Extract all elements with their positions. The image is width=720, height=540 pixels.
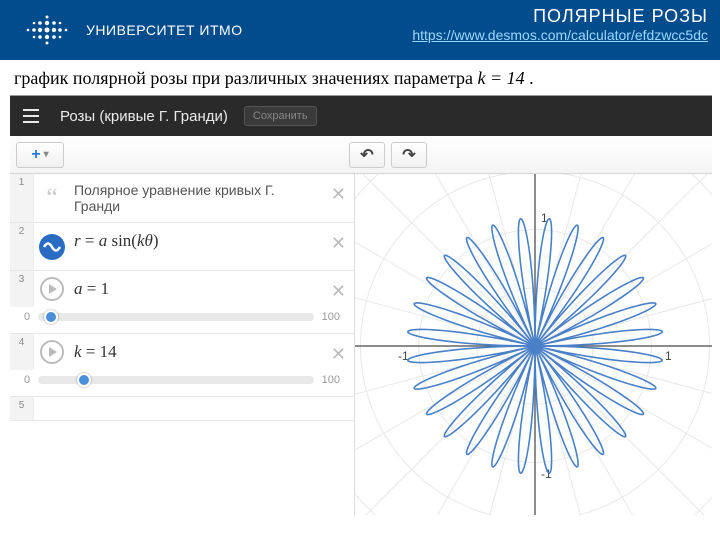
list-item[interactable]: 3 a = 1 ✕ 0 100 <box>10 271 354 334</box>
undo-button[interactable]: ↶ <box>349 142 385 168</box>
empty-row[interactable] <box>34 397 354 420</box>
equation-toggle[interactable] <box>34 223 70 270</box>
slider-thumb[interactable] <box>44 310 58 324</box>
chevron-down-icon: ▾ <box>44 149 49 160</box>
note-text[interactable]: Полярное уравнение кривых Г. Гранди <box>70 174 354 222</box>
hamburger-icon <box>21 106 41 126</box>
list-item[interactable]: 1 “ Полярное уравнение кривых Г. Гранди … <box>10 174 354 223</box>
logo-text: УНИВЕРСИТЕТ ИТМО <box>86 22 243 38</box>
app-body: 1 “ Полярное уравнение кривых Г. Гранди … <box>10 174 712 515</box>
list-item[interactable]: 5 <box>10 397 354 421</box>
expression-panel: 1 “ Полярное уравнение кривых Г. Гранди … <box>10 174 355 515</box>
file-name[interactable]: Розы (кривые Г. Гранди) <box>52 108 236 125</box>
redo-button[interactable]: ↷ <box>391 142 427 168</box>
row-index: 1 <box>10 174 34 222</box>
delete-row-button[interactable]: ✕ <box>331 233 346 254</box>
list-item[interactable]: 4 k = 14 ✕ 0 100 <box>10 334 354 397</box>
slider-min[interactable]: 0 <box>24 374 30 386</box>
subtitle-prefix: график полярной розы при различных значе… <box>14 68 477 88</box>
slider-play-button[interactable] <box>34 271 70 307</box>
undo-icon: ↶ <box>360 145 373 165</box>
note-glyph: “ <box>34 174 70 222</box>
header-right: ПОЛЯРНЫЕ РОЗЫ https://www.desmos.com/cal… <box>412 6 708 45</box>
slider-thumb[interactable] <box>77 373 91 387</box>
row-index: 3 <box>10 271 34 307</box>
axis-tick: 1 <box>665 349 672 363</box>
add-expression-button[interactable]: +▾ <box>16 142 64 168</box>
subtitle-suffix: . <box>529 68 534 88</box>
delete-row-button[interactable]: ✕ <box>331 184 346 205</box>
row-index: 5 <box>10 397 34 420</box>
save-button[interactable]: Сохранить <box>244 106 317 126</box>
list-item[interactable]: 2 r = a sin(kθ) ✕ <box>10 223 354 271</box>
slider-label[interactable]: a = 1 <box>70 271 354 307</box>
app-topbar: Розы (кривые Г. Гранди) Сохранить <box>10 96 712 136</box>
polar-plot: 1 -1 1 -1 <box>355 174 712 515</box>
page-title: ПОЛЯРНЫЕ РОЗЫ <box>412 6 708 27</box>
slider-max[interactable]: 100 <box>322 374 340 386</box>
redo-icon: ↷ <box>402 145 415 165</box>
slider-max[interactable]: 100 <box>322 311 340 323</box>
slider-track[interactable] <box>38 313 314 321</box>
slider-k[interactable]: 0 100 <box>10 370 354 396</box>
quote-icon: “ <box>46 183 58 213</box>
slider-a[interactable]: 0 100 <box>10 307 354 333</box>
slider-min[interactable]: 0 <box>24 311 30 323</box>
delete-row-button[interactable]: ✕ <box>331 344 346 365</box>
desmos-app: Розы (кривые Г. Гранди) Сохранить +▾ ↶ ↷… <box>10 95 712 515</box>
slider-play-button[interactable] <box>34 334 70 370</box>
slider-label[interactable]: k = 14 <box>70 334 354 370</box>
equation-text[interactable]: r = a sin(kθ) <box>70 223 354 270</box>
subtitle: график полярной розы при различных значе… <box>0 60 720 95</box>
plus-icon: + <box>31 146 40 164</box>
delete-row-button[interactable]: ✕ <box>331 281 346 302</box>
slide-header: УНИВЕРСИТЕТ ИТМО ПОЛЯРНЫЕ РОЗЫ https://w… <box>0 0 720 60</box>
subtitle-param: k = 14 <box>477 68 524 88</box>
desmos-link[interactable]: https://www.desmos.com/calculator/efdzwc… <box>412 27 708 43</box>
wave-icon <box>39 234 65 260</box>
row-index: 4 <box>10 334 34 370</box>
graph-canvas[interactable]: 1 -1 1 -1 <box>355 174 712 515</box>
slider-track[interactable] <box>38 376 314 384</box>
play-icon <box>40 277 64 301</box>
itmo-logo-icon <box>20 12 74 48</box>
hamburger-button[interactable] <box>10 96 52 136</box>
play-icon <box>40 340 64 364</box>
app-toolbar: +▾ ↶ ↷ <box>10 136 712 174</box>
logo-area: УНИВЕРСИТЕТ ИТМО <box>20 12 243 48</box>
row-index: 2 <box>10 223 34 270</box>
